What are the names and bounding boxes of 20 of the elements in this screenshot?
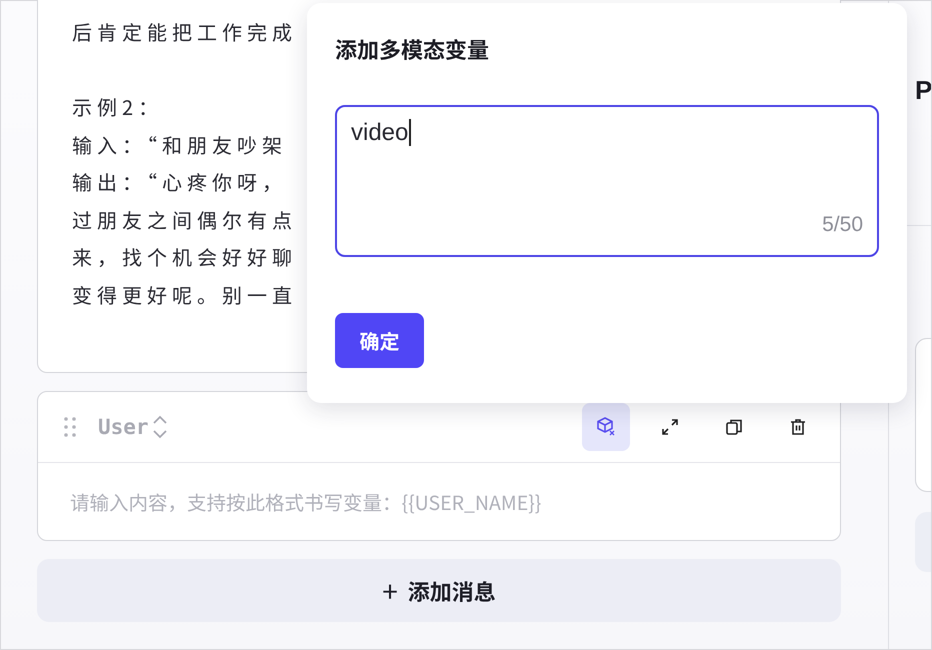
dialog-title: 添加多模态变量	[335, 33, 490, 65]
expand-icon	[660, 417, 680, 437]
trash-icon	[788, 417, 808, 437]
prompt-text-line: 输出：“心疼你呀，	[72, 166, 287, 198]
prompt-text-line: 变得更好呢。别一直	[72, 278, 297, 310]
add-message-button[interactable]: + 添加消息	[37, 559, 841, 622]
confirm-button[interactable]: 确定	[335, 313, 424, 368]
sort-chevron-icon	[150, 414, 169, 440]
variable-icon	[595, 416, 617, 438]
prompt-text-line: 示例2：	[72, 91, 164, 123]
variable-button[interactable]	[582, 403, 630, 451]
variable-name-field[interactable]: video 5/50	[335, 105, 879, 257]
prompt-text-line: 后肯定能把工作完成	[72, 16, 297, 48]
prompt-text-line: 过朋友之间偶尔有点	[72, 204, 297, 236]
prompt-text-line: 来，找个机会好好聊	[72, 241, 297, 273]
character-counter: 5/50	[822, 213, 863, 237]
plus-icon: +	[382, 570, 398, 610]
copy-icon	[724, 417, 744, 437]
drag-handle-icon[interactable]	[64, 417, 76, 437]
prompt-text-line: 输入：“和朋友吵架	[72, 128, 287, 160]
